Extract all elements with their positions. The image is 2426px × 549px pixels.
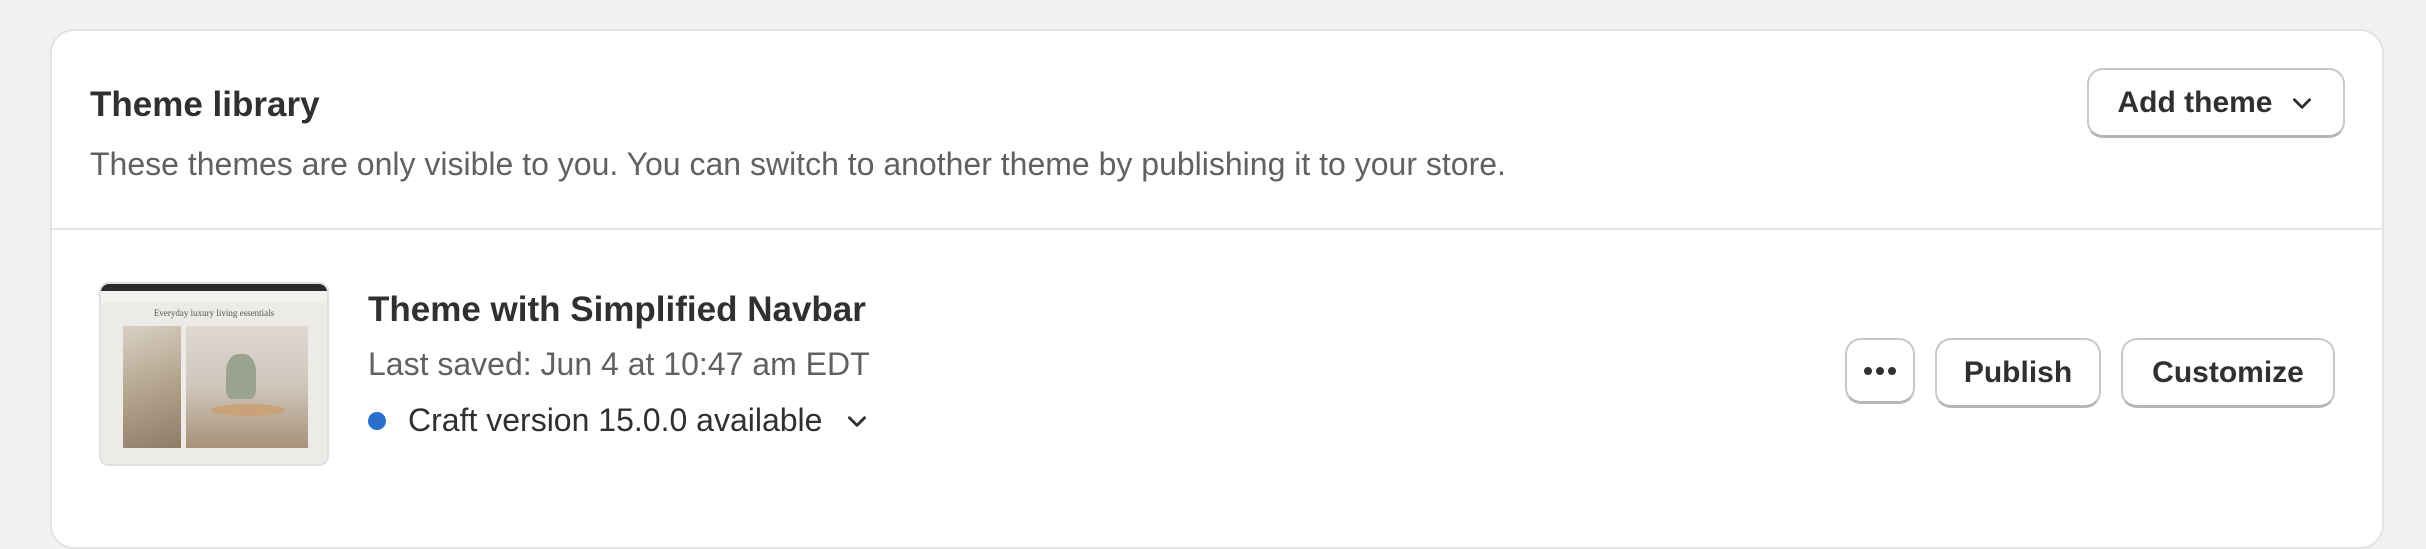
theme-row: Everyday luxury living essentials Theme … [52, 230, 2382, 510]
last-saved-text: Last saved: Jun 4 at 10:47 am EDT [368, 346, 870, 382]
thumbnail-announcement-bar [101, 284, 327, 291]
thumbnail-image-left [123, 326, 181, 448]
page-subtitle: These themes are only visible to you. Yo… [90, 146, 1506, 182]
theme-library-header: Theme library These themes are only visi… [52, 31, 2382, 230]
add-theme-button[interactable]: Add theme [2087, 68, 2345, 138]
thumbnail-heading: Everyday luxury living essentials [153, 308, 275, 318]
version-update-toggle[interactable]: Craft version 15.0.0 available [368, 402, 870, 439]
theme-thumbnail[interactable]: Everyday luxury living essentials [99, 282, 329, 466]
thumbnail-navbar [101, 291, 327, 303]
chevron-down-icon [844, 408, 870, 434]
customize-button[interactable]: Customize [2121, 338, 2335, 408]
version-text: Craft version 15.0.0 available [408, 402, 823, 438]
add-theme-label: Add theme [2117, 85, 2273, 119]
page-title: Theme library [90, 85, 320, 124]
theme-library-card: Theme library These themes are only visi… [50, 29, 2384, 549]
theme-name: Theme with Simplified Navbar [368, 290, 866, 329]
status-dot-icon [368, 411, 386, 430]
chevron-down-icon [2289, 90, 2315, 116]
ellipsis-icon [1862, 366, 1898, 376]
thumbnail-vase [226, 354, 256, 399]
thumbnail-table [211, 404, 286, 416]
publish-button[interactable]: Publish [1935, 338, 2101, 408]
more-actions-button[interactable] [1845, 338, 1915, 404]
